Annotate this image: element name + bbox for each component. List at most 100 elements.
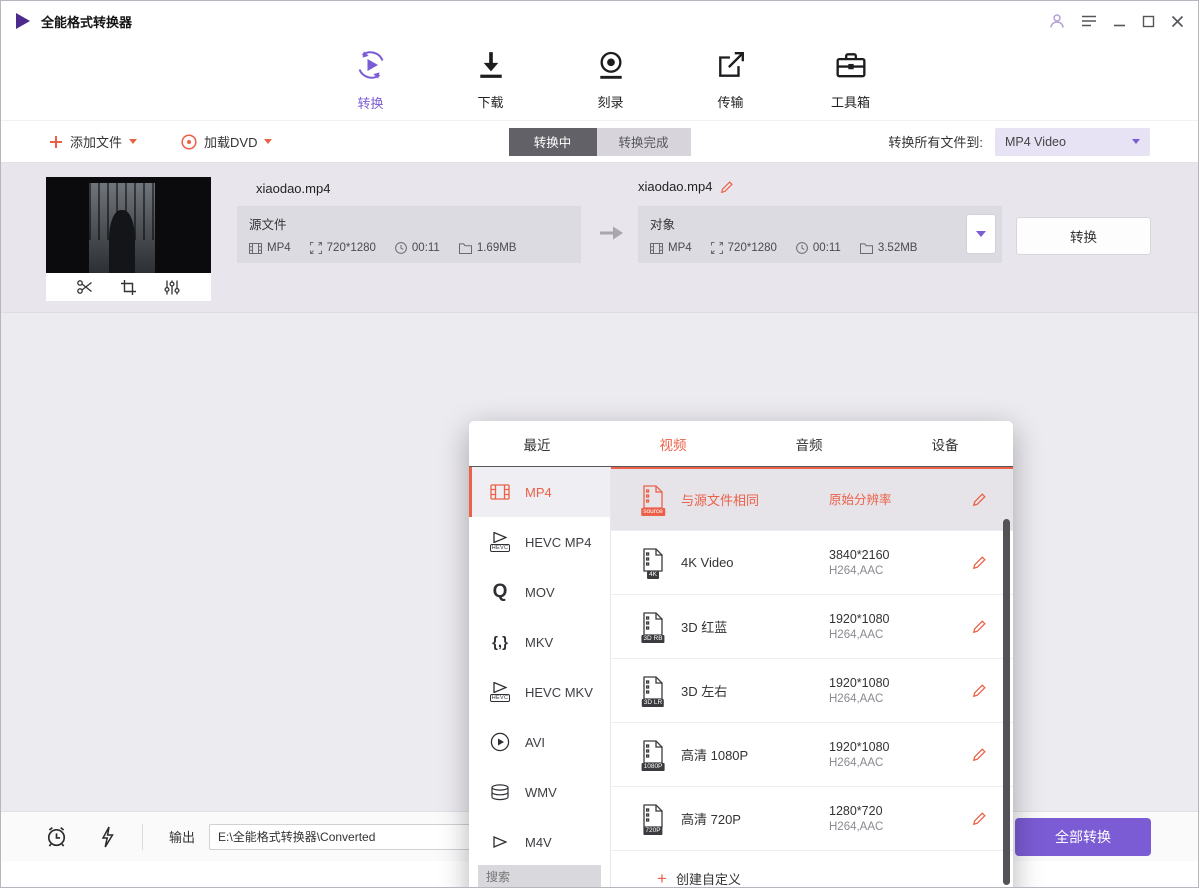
- preset-item-1080p[interactable]: 1080P 高清 1080P 1920*1080H264,AAC: [611, 723, 1013, 787]
- duration-icon: [395, 242, 407, 254]
- popup-scrollbar-thumb[interactable]: [1003, 519, 1010, 885]
- load-dvd-label: 加载DVD: [204, 132, 257, 151]
- preset-item-3d-leftright[interactable]: 3D LR 3D 左右 1920*1080H264,AAC: [611, 659, 1013, 723]
- tab-converted[interactable]: 转换完成: [597, 128, 691, 156]
- preset-item-3d-redblue[interactable]: 3D RB 3D 红蓝 1920*1080H264,AAC: [611, 595, 1013, 659]
- source-format: MP4: [267, 242, 291, 254]
- popup-tab-recent[interactable]: 最近: [469, 421, 605, 466]
- format-label: MP4: [525, 485, 552, 500]
- resolution-icon: [310, 242, 322, 254]
- edit-preset-icon[interactable]: [972, 555, 987, 570]
- menu-icon[interactable]: [1081, 14, 1097, 28]
- add-file-icon: [49, 135, 63, 149]
- format-label: MOV: [525, 585, 555, 600]
- preset-4k-icon: 4K: [639, 548, 667, 578]
- toolbar: 添加文件 加载DVD 转换中 转换完成 转换所有文件到: MP4 Video: [1, 121, 1198, 163]
- popup-tabs: 最近 视频 音频 设备: [469, 421, 1013, 467]
- rename-edit-icon[interactable]: [720, 180, 734, 194]
- convert-all-to-label: 转换所有文件到:: [888, 132, 983, 151]
- maximize-icon[interactable]: [1142, 15, 1155, 28]
- target-resolution: 720*1280: [728, 242, 777, 254]
- edit-preset-icon[interactable]: [972, 683, 987, 698]
- close-icon[interactable]: [1171, 15, 1184, 28]
- schedule-icon[interactable]: [45, 825, 68, 848]
- format-item-hevc-mkv[interactable]: HEVC HEVC MKV: [469, 667, 610, 717]
- add-file-button[interactable]: 添加文件: [49, 132, 137, 151]
- file-row: xiaodao.mp4 源文件 MP4 720*1280 00:11 1.69M…: [1, 163, 1198, 313]
- format-item-hevc-mp4[interactable]: HEVC HEVC MP4: [469, 517, 610, 567]
- edit-preset-icon[interactable]: [972, 619, 987, 634]
- size-icon: [860, 243, 873, 254]
- source-size: 1.69MB: [477, 242, 517, 254]
- app-title: 全能格式转换器: [41, 12, 132, 31]
- user-icon[interactable]: [1049, 13, 1065, 29]
- mp4-film-icon: [487, 484, 513, 500]
- edit-preset-icon[interactable]: [972, 747, 987, 762]
- format-label: HEVC MP4: [525, 535, 591, 550]
- convert-all-to-dropdown[interactable]: MP4 Video: [995, 128, 1150, 156]
- cut-icon[interactable]: [77, 280, 93, 294]
- tab-transfer[interactable]: 传输: [702, 50, 760, 111]
- hevc-play-icon: HEVC: [487, 532, 513, 552]
- popup-tab-audio[interactable]: 音频: [741, 421, 877, 466]
- format-item-wmv[interactable]: WMV: [469, 767, 610, 817]
- target-file-name: xiaodao.mp4: [638, 179, 712, 194]
- matroska-icon: {,}: [487, 634, 513, 651]
- format-item-mp4[interactable]: MP4: [469, 467, 610, 517]
- preset-source-icon: source: [639, 485, 667, 515]
- quicktime-q-icon: Q: [487, 581, 513, 603]
- preset-item-4k[interactable]: 4K 4K Video 3840*2160H264,AAC: [611, 531, 1013, 595]
- tab-burn[interactable]: 刻录: [582, 50, 640, 111]
- target-format-caret-icon: [976, 231, 986, 237]
- film-roll-icon: [487, 784, 513, 801]
- tab-convert-label: 转换: [357, 93, 383, 112]
- main-area: xiaodao.mp4 源文件 MP4 720*1280 00:11 1.69M…: [1, 163, 1198, 811]
- format-search-input[interactable]: [478, 865, 601, 888]
- popup-tab-device[interactable]: 设备: [877, 421, 1013, 466]
- size-icon: [459, 243, 472, 254]
- tab-converting[interactable]: 转换中: [509, 128, 597, 156]
- preset-item-720p[interactable]: 720P 高清 720P 1280*720H264,AAC: [611, 787, 1013, 851]
- source-info-panel: 源文件 MP4 720*1280 00:11 1.69MB: [237, 206, 581, 263]
- load-dvd-button[interactable]: 加载DVD: [181, 132, 272, 151]
- tab-transfer-label: 传输: [717, 92, 743, 111]
- convert-all-to-caret-icon: [1132, 139, 1140, 144]
- toolbox-tab-icon: [835, 50, 867, 85]
- main-nav: 转换 下载 刻录 传输 工具箱: [1, 41, 1198, 121]
- crop-icon[interactable]: [121, 280, 136, 295]
- tab-burn-label: 刻录: [597, 92, 623, 111]
- minimize-icon[interactable]: [1113, 15, 1126, 28]
- source-panel-title: 源文件: [249, 214, 569, 233]
- convert-button[interactable]: 转换: [1016, 217, 1151, 255]
- create-custom-label: 创建自定义: [676, 869, 741, 888]
- format-label: MKV: [525, 635, 553, 650]
- add-file-label: 添加文件: [70, 132, 122, 151]
- target-duration: 00:11: [813, 242, 841, 254]
- format-item-mov[interactable]: Q MOV: [469, 567, 610, 617]
- duration-icon: [796, 242, 808, 254]
- edit-preset-icon[interactable]: [972, 492, 987, 507]
- tab-toolbox[interactable]: 工具箱: [822, 50, 880, 111]
- hevc-play-icon: HEVC: [487, 682, 513, 702]
- format-item-avi[interactable]: AVI: [469, 717, 610, 767]
- tab-download-label: 下载: [477, 92, 503, 111]
- format-item-mkv[interactable]: {,} MKV: [469, 617, 610, 667]
- download-tab-icon: [477, 50, 505, 85]
- video-thumbnail-block: [46, 177, 211, 301]
- tab-convert[interactable]: 转换: [342, 49, 400, 112]
- convert-all-button[interactable]: 全部转换: [1015, 818, 1151, 856]
- popup-tab-video[interactable]: 视频: [605, 421, 741, 466]
- load-dvd-icon: [181, 134, 197, 150]
- preset-item-same-as-source[interactable]: source 与源文件相同 原始分辨率: [611, 467, 1013, 531]
- highspeed-icon[interactable]: [100, 826, 114, 848]
- transfer-tab-icon: [716, 50, 746, 85]
- output-label: 输出: [169, 827, 195, 846]
- target-format-dropdown-button[interactable]: [966, 214, 996, 254]
- effects-icon[interactable]: [164, 280, 180, 295]
- edit-preset-icon[interactable]: [972, 811, 987, 826]
- load-dvd-caret-icon: [264, 139, 272, 144]
- create-custom-button[interactable]: + 创建自定义: [611, 851, 1013, 888]
- app-logo-icon: [15, 12, 33, 30]
- tab-download[interactable]: 下载: [462, 50, 520, 111]
- format-item-m4v[interactable]: M4V: [469, 817, 610, 857]
